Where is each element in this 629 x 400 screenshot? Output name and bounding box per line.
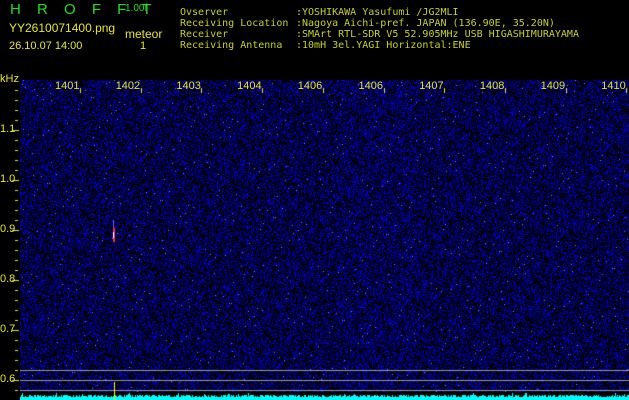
meteor-label: meteor [125, 27, 163, 41]
info-value-receiver: :SMArt RTL-SDR V5 52.905MHz USB HIGASHIM… [296, 29, 579, 40]
file-datetime: 26.10.07 14:00 [9, 40, 83, 52]
y-axis-unit: kHz [0, 73, 19, 85]
x-tick-label: 1406 [358, 80, 383, 92]
x-tick-label: 1409 [540, 80, 566, 92]
app-version: 1.00f [125, 3, 148, 14]
x-tick-label: 1408 [479, 80, 505, 92]
y-tick-label: 1.0 [0, 173, 16, 185]
x-tick-label: 1407 [419, 80, 444, 92]
x-tick-label: 1404 [237, 80, 262, 92]
x-tick-label: 1403 [176, 80, 201, 92]
y-tick-label: 0.8 [0, 273, 16, 285]
y-tick-label: 0.7 [0, 323, 16, 335]
info-key-location: Receiving Location [180, 18, 289, 29]
info-key-observer: Ovserver [180, 7, 229, 18]
x-tick-label: 1402 [115, 80, 141, 92]
x-tick-label: 1410 [601, 80, 626, 92]
x-tick-label: 1401 [55, 80, 80, 92]
y-tick-label: 1.1 [0, 123, 16, 135]
y-tick-label: 0.9 [0, 223, 16, 235]
info-key-receiver: Receiver [180, 29, 229, 40]
info-key-antenna: Receiving Antenna [180, 40, 283, 51]
info-value-observer: :YOSHIKAWA Yasufumi /JG2MLI [296, 7, 459, 18]
info-value-antenna: :10mH 3el.YAGI Horizontal:ENE [296, 40, 471, 51]
meteor-count: 1 [140, 40, 147, 52]
file-name: YY2610071400.png [9, 21, 116, 35]
spectrogram [20, 80, 629, 400]
info-value-location: :Nagoya Aichi-pref. JAPAN (136.90E, 35.2… [296, 18, 555, 29]
x-tick-label: 1406 [297, 80, 323, 92]
y-tick-label: 0.6 [0, 373, 16, 385]
